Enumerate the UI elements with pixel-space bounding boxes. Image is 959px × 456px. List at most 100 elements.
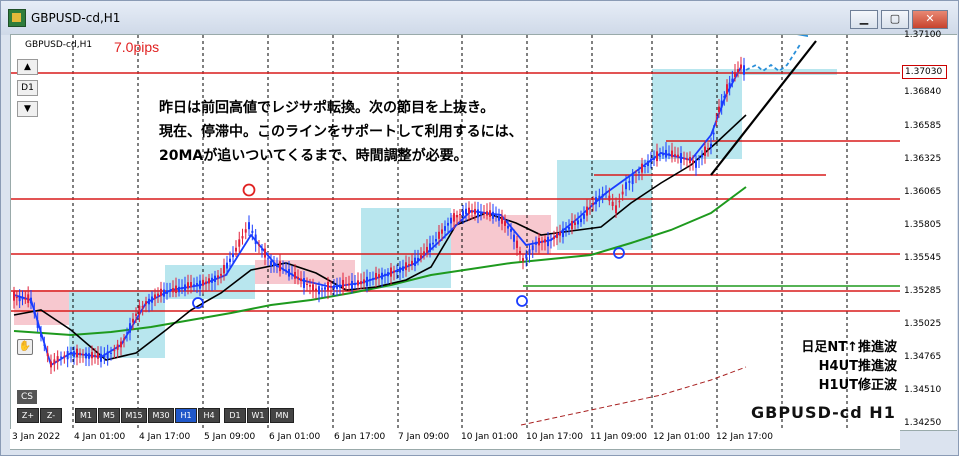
maximize-button[interactable]: ▢ — [881, 10, 909, 29]
time-scale[interactable]: 3 Jan 2022 4 Jan 01:00 4 Jan 17:00 5 Jan… — [10, 429, 900, 450]
scroll-up-button[interactable]: ▲ — [17, 59, 38, 75]
candle-body — [701, 154, 703, 158]
candle-body — [471, 210, 473, 213]
candle-body — [97, 353, 99, 359]
candle-body — [559, 231, 561, 236]
candle-body — [586, 206, 588, 216]
annotation-line-2: 現在、停滞中。このラインをサポートして利用するには、 — [159, 124, 523, 140]
candle-body — [447, 222, 449, 226]
candle-body — [547, 236, 549, 247]
candle-body — [589, 207, 591, 209]
candle-body — [270, 260, 272, 267]
tf-d1-button[interactable]: D1 — [224, 408, 246, 423]
price-scale[interactable]: 1.37100 1.37030 1.36840 1.36585 1.36325 … — [900, 30, 957, 431]
candle-body — [740, 64, 742, 69]
price-tick: 1.35285 — [904, 286, 942, 296]
candle-body — [628, 180, 631, 183]
tf-m30-button[interactable]: M30 — [148, 408, 174, 423]
candle-body — [528, 249, 531, 255]
candle-body — [592, 203, 594, 205]
price-chart[interactable]: GBPUSD-cd,H1 7.0pips ▲ D1 ▼ 昨日は前回高値でレジサポ… — [10, 34, 902, 431]
candle-body — [665, 149, 667, 158]
candle-body — [46, 353, 49, 357]
candle-body — [336, 284, 338, 289]
candle-body — [444, 226, 446, 231]
time-tick: 10 Jan 01:00 — [461, 432, 518, 442]
candle-body — [312, 284, 314, 291]
zoom-in-button[interactable]: Z+ — [17, 408, 39, 423]
price-tick: 1.36065 — [904, 187, 942, 197]
candle-body — [13, 291, 15, 301]
candle-body — [193, 284, 195, 286]
candle-body — [507, 225, 509, 229]
close-button[interactable]: ✕ — [912, 10, 948, 29]
candle-body — [366, 276, 368, 287]
candle-body — [63, 355, 66, 357]
candle-body — [598, 195, 601, 201]
tf-h1-button[interactable]: H1 — [175, 408, 197, 423]
time-tick: 12 Jan 01:00 — [653, 432, 710, 442]
window-title: GBPUSD-cd,H1 — [31, 11, 121, 25]
candle-body — [734, 72, 736, 77]
chart-symbol-label: GBPUSD-cd,H1 — [25, 40, 93, 50]
candle-body — [24, 298, 27, 300]
candle-body — [522, 258, 524, 262]
candle-body — [66, 351, 69, 360]
candle-body — [339, 284, 341, 288]
long-ma-line — [520, 366, 747, 426]
candle-body — [178, 286, 180, 293]
title-bar[interactable]: GBPUSD-cd,H1 ▁ ▢ ✕ — [1, 1, 958, 35]
candle-body — [625, 182, 627, 190]
candle-body — [644, 165, 646, 167]
candle-body — [417, 257, 419, 261]
tf-m1-button[interactable]: M1 — [75, 408, 97, 423]
candle-body — [94, 354, 96, 358]
candle-body — [621, 191, 624, 195]
candle-body — [303, 278, 305, 288]
candle-body — [375, 272, 377, 280]
candle-body — [556, 233, 558, 238]
time-tick: 3 Jan 2022 — [12, 432, 61, 442]
candle-body — [294, 271, 296, 279]
tf-m15-button[interactable]: M15 — [121, 408, 147, 423]
candle-body — [321, 288, 323, 290]
h4-wave-note: H4UT推進波 — [818, 359, 897, 374]
zoom-out-button[interactable]: Z- — [40, 408, 62, 423]
candle-body — [384, 273, 386, 276]
candle-body — [76, 348, 78, 358]
tf-h4-button[interactable]: H4 — [198, 408, 220, 423]
candle-body — [73, 351, 75, 357]
period-button[interactable]: D1 — [17, 80, 38, 96]
candle-body — [411, 260, 413, 265]
candle-body — [715, 120, 718, 123]
minimize-button[interactable]: ▁ — [850, 10, 878, 29]
hand-tool-icon[interactable]: ✋ — [17, 339, 33, 355]
candle-body — [190, 282, 192, 287]
candle-body — [276, 264, 278, 268]
scroll-down-button[interactable]: ▼ — [17, 101, 38, 117]
candle-body — [583, 214, 585, 219]
cs-button[interactable]: CS — [17, 390, 37, 404]
candle-body — [726, 84, 728, 94]
candle-body — [580, 218, 582, 223]
tf-mn-button[interactable]: MN — [270, 408, 294, 423]
candle-body — [333, 285, 335, 289]
time-tick: 11 Jan 09:00 — [590, 432, 647, 442]
annotation-line-1: 昨日は前回高値でレジサポ転換。次の節目を上抜き。 — [159, 100, 495, 116]
tf-w1-button[interactable]: W1 — [247, 408, 269, 423]
candle-body — [248, 222, 250, 230]
candle-body — [30, 297, 32, 304]
candle-body — [342, 279, 344, 290]
candle-body — [615, 205, 617, 214]
candle-body — [577, 220, 579, 225]
candle-body — [414, 257, 416, 266]
tf-m5-button[interactable]: M5 — [98, 408, 120, 423]
candle-body — [698, 159, 700, 161]
candle-body — [381, 272, 383, 280]
candle-body — [196, 283, 198, 286]
candle-body — [40, 333, 42, 337]
daily-wave-note: 日足NT↑推進波 — [801, 340, 897, 355]
candle-body — [408, 264, 410, 266]
candle-body — [683, 158, 685, 160]
candle-body — [70, 351, 72, 355]
